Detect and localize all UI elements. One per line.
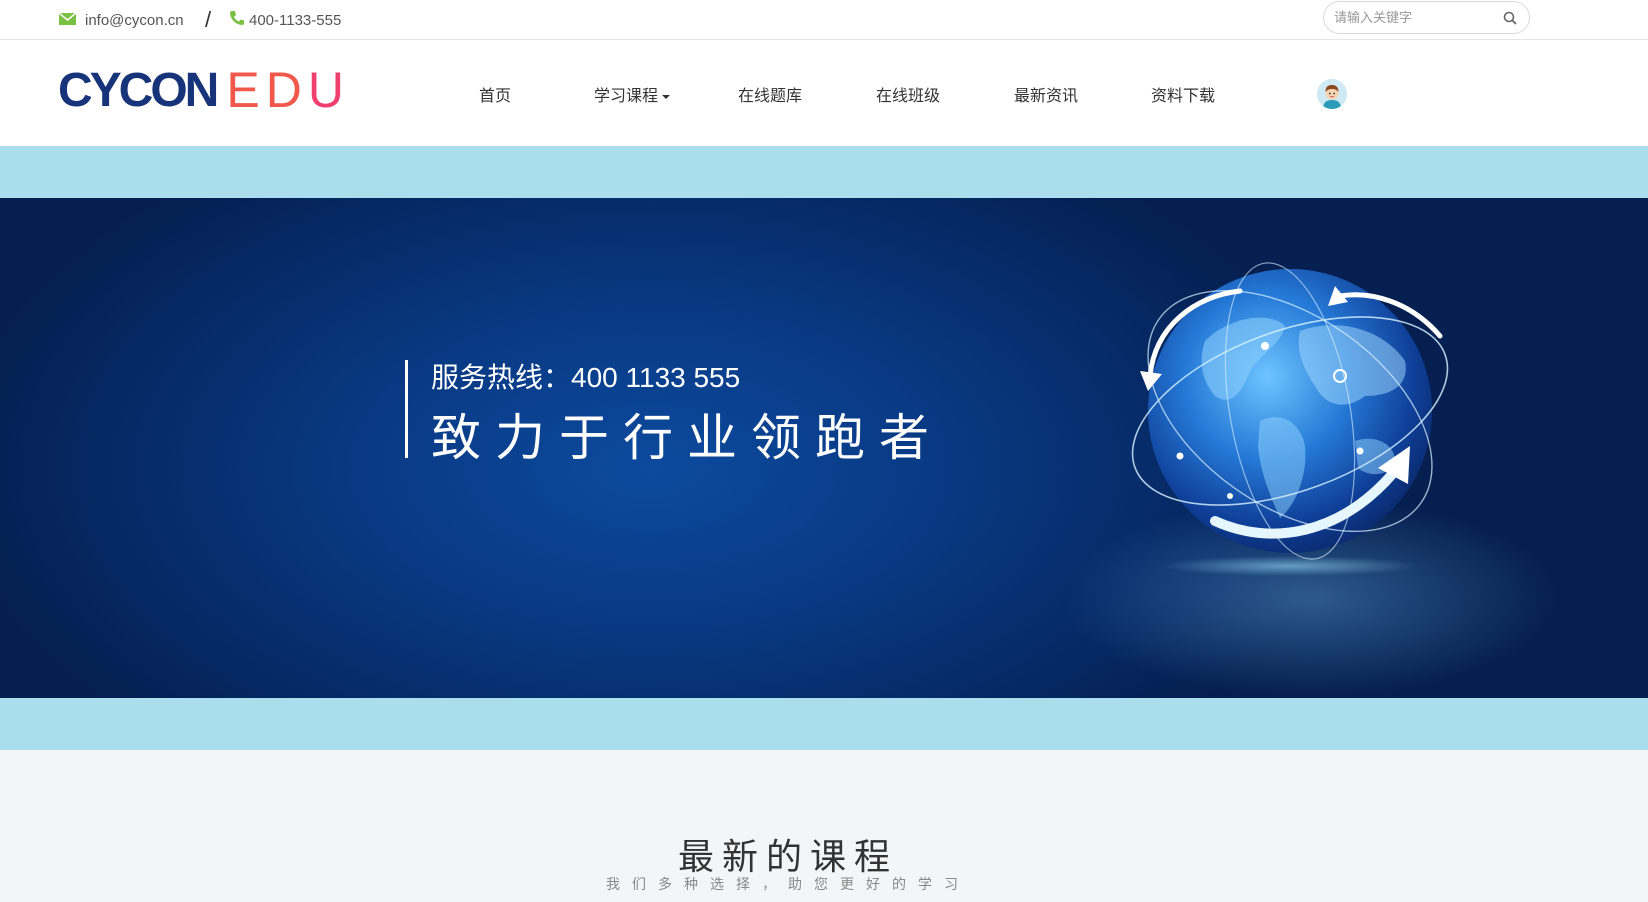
contact-phone[interactable]: 400-1133-555 [229, 0, 341, 40]
nav-home[interactable]: 首页 [479, 82, 511, 106]
search-input[interactable] [1334, 2, 1494, 33]
phone-icon [229, 10, 245, 30]
slide-slogan: 致力于行业领跑者 [431, 410, 943, 466]
chevron-down-icon [662, 94, 671, 99]
search-icon[interactable] [1503, 11, 1517, 25]
top-bar: info@cycon.cn / 400-1133-555 [0, 0, 1648, 40]
site-logo[interactable]: CYCON EDU [58, 62, 350, 118]
slide-accent-bar [405, 360, 408, 458]
contact-separator: / [205, 7, 212, 32]
contact-email[interactable]: info@cycon.cn [58, 0, 184, 40]
banner-carousel: 服务热线：400 1133 555 致力于行业领跑者 [0, 146, 1648, 884]
nav-downloads[interactable]: 资料下载 [1151, 82, 1215, 106]
banner-slide[interactable]: 服务热线：400 1133 555 致力于行业领跑者 [0, 198, 1648, 698]
globe-illustration [1131, 262, 1449, 576]
section-subtitle: 我们多种选择，助您更好的学习 [606, 876, 970, 892]
latest-courses-section: 最新的课程 我们多种选择，助您更好的学习 [0, 750, 1648, 902]
mail-icon [58, 11, 77, 29]
logo-text-edu: EDU [226, 62, 350, 118]
nav-question-bank[interactable]: 在线题库 [738, 82, 802, 106]
nav-classes[interactable]: 在线班级 [876, 82, 940, 106]
site-header: CYCON EDU 首页 学习课程 在线题库 在线班级 最新资讯 资料下载 [0, 41, 1648, 146]
nav-news[interactable]: 最新资讯 [1014, 82, 1078, 106]
search-box [1323, 1, 1530, 34]
section-title: 最新的课程 [677, 836, 898, 877]
nav-courses-label: 学习课程 [594, 88, 659, 105]
logo-text-cycon: CYCON [58, 63, 219, 117]
user-avatar[interactable] [1317, 79, 1347, 109]
email-text: info@cycon.cn [85, 11, 184, 29]
slide-hotline: 服务热线：400 1133 555 [431, 362, 741, 393]
nav-courses[interactable]: 学习课程 [594, 82, 671, 106]
phone-text: 400-1133-555 [249, 11, 342, 29]
